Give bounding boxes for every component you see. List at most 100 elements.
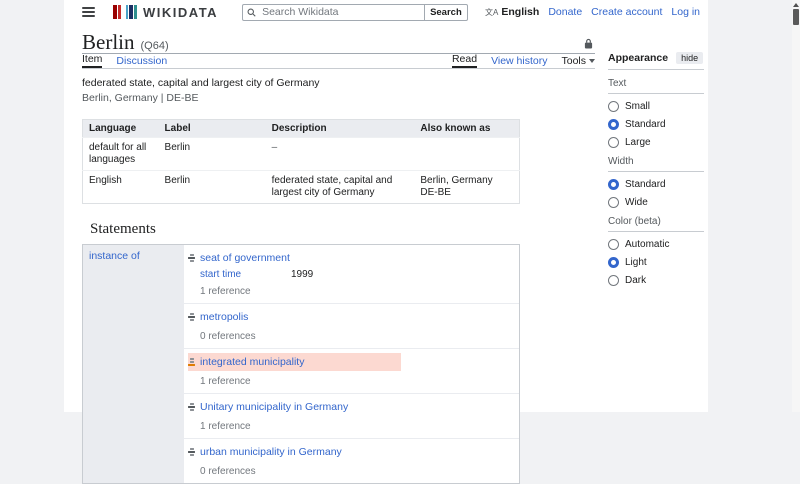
rank-selector-icon[interactable] <box>188 254 195 262</box>
appearance-header: Appearance hide <box>608 52 704 64</box>
tab-item[interactable]: Item <box>82 53 103 68</box>
header-user-links: 文A English Donate Create account Log in <box>485 6 700 18</box>
col-language: Language <box>82 119 159 138</box>
term-row-english: English Berlin federated state, capital … <box>82 170 520 204</box>
radio-text-standard[interactable]: Standard <box>608 119 704 130</box>
rank-selector-icon-deprecated[interactable] <box>188 358 195 366</box>
page-tabs: Item Discussion Read View history Tools <box>82 53 595 69</box>
tabs-left: Item Discussion <box>82 53 167 68</box>
wikidata-logo-bars-icon <box>113 5 138 19</box>
entity-qid: (Q64) <box>140 40 169 52</box>
tabs-right: Read View history Tools <box>451 53 595 68</box>
radio-icon[interactable] <box>608 137 619 148</box>
alias-line: Berlin, Germany <box>420 175 493 186</box>
radio-width-wide[interactable]: Wide <box>608 197 704 208</box>
statement: urban municipality in Germany 0 referenc… <box>184 438 519 483</box>
radio-label: Wide <box>625 197 648 208</box>
search-button[interactable]: Search <box>425 3 468 21</box>
qualifier-row: start time 1999 <box>200 268 519 281</box>
property-link-instance-of[interactable]: instance of <box>89 250 140 262</box>
statement-property-cell: instance of <box>83 245 184 483</box>
term-aliases[interactable]: Berlin, Germany DE-BE <box>414 170 520 204</box>
radio-label: Automatic <box>625 239 670 250</box>
statement-group-instance-of: instance of seat of government start tim… <box>82 244 520 484</box>
search-box[interactable] <box>242 3 426 21</box>
statement-value-link[interactable]: seat of government <box>200 252 290 264</box>
term-label[interactable]: Berlin <box>158 170 266 204</box>
statement-value-link[interactable]: integrated municipality <box>200 356 304 368</box>
search-input[interactable] <box>260 5 421 19</box>
top-header: WIKIDATA Search 文A English Donate Create… <box>64 0 708 24</box>
entity-description: federated state, capital and largest cit… <box>82 77 320 89</box>
term-description: – <box>265 137 415 171</box>
rank-selector-icon[interactable] <box>188 403 195 411</box>
term-description[interactable]: federated state, capital and largest cit… <box>265 170 415 204</box>
term-table-header-row: Language Label Description Also known as <box>82 119 520 138</box>
radio-icon[interactable] <box>608 239 619 250</box>
page-protection-indicator <box>584 36 593 54</box>
statement-main-row-deprecated: integrated municipality <box>188 353 401 371</box>
term-language: English <box>82 170 159 204</box>
radio-icon[interactable] <box>608 275 619 286</box>
tools-label: Tools <box>561 55 586 67</box>
language-icon: 文A <box>485 7 499 17</box>
appearance-panel: Appearance hide Text Small Standard Larg… <box>608 52 704 286</box>
radio-icon-checked[interactable] <box>608 119 619 130</box>
log-in-link[interactable]: Log in <box>671 6 700 18</box>
main-content: Berlin (Q64) Item Discussion Read View h… <box>82 30 595 484</box>
page-title: Berlin <box>82 30 135 54</box>
tab-view-history[interactable]: View history <box>491 55 547 68</box>
divider <box>608 69 704 70</box>
tab-discussion[interactable]: Discussion <box>116 55 167 68</box>
vertical-scrollbar[interactable] <box>792 0 800 412</box>
statement-value-link[interactable]: metropolis <box>200 311 248 323</box>
appearance-section-width: Width <box>608 156 704 172</box>
term-aliases <box>414 137 520 171</box>
appearance-hide-button[interactable]: hide <box>676 52 704 64</box>
language-selector[interactable]: 文A English <box>485 6 539 18</box>
statement-value-link[interactable]: urban municipality in Germany <box>200 446 342 458</box>
radio-text-large[interactable]: Large <box>608 137 704 148</box>
references-toggle[interactable]: 0 references <box>200 331 519 343</box>
scrollbar-up-arrow-icon[interactable] <box>793 3 799 7</box>
statement: metropolis 0 references <box>184 303 519 348</box>
radio-color-automatic[interactable]: Automatic <box>608 239 704 250</box>
references-toggle[interactable]: 1 reference <box>200 286 519 298</box>
search-bar: Search <box>242 3 468 21</box>
radio-label: Small <box>625 101 651 112</box>
col-description: Description <box>265 119 415 138</box>
radio-text-small[interactable]: Small <box>608 101 704 112</box>
statements-heading: Statements <box>90 221 156 237</box>
radio-label: Standard <box>625 119 666 130</box>
radio-icon-checked[interactable] <box>608 257 619 268</box>
wikidata-logo[interactable]: WIKIDATA <box>113 5 218 20</box>
hamburger-menu-icon[interactable] <box>82 7 95 17</box>
alias-line: DE-BE <box>420 187 451 198</box>
donate-link[interactable]: Donate <box>548 6 582 18</box>
references-toggle[interactable]: 1 reference <box>200 421 519 433</box>
term-table: Language Label Description Also known as… <box>82 119 520 204</box>
search-icon <box>247 8 256 17</box>
radio-icon-checked[interactable] <box>608 179 619 190</box>
radio-icon[interactable] <box>608 197 619 208</box>
create-account-link[interactable]: Create account <box>591 6 662 18</box>
col-also-known-as: Also known as <box>414 119 520 138</box>
radio-icon[interactable] <box>608 101 619 112</box>
scrollbar-thumb[interactable] <box>793 9 799 25</box>
radio-color-dark[interactable]: Dark <box>608 275 704 286</box>
tab-read[interactable]: Read <box>451 53 478 68</box>
radio-width-standard[interactable]: Standard <box>608 179 704 190</box>
rank-selector-icon[interactable] <box>188 313 195 321</box>
references-toggle[interactable]: 0 references <box>200 466 519 478</box>
radio-label: Dark <box>625 275 647 286</box>
statement: Unitary municipality in Germany 1 refere… <box>184 393 519 438</box>
statement-value-link[interactable]: Unitary municipality in Germany <box>200 401 348 413</box>
radio-color-light[interactable]: Light <box>608 257 704 268</box>
qualifier-property-link[interactable]: start time <box>200 269 291 280</box>
statement-main-row: metropolis <box>188 308 519 326</box>
term-label[interactable]: Berlin <box>158 137 266 171</box>
references-toggle[interactable]: 1 reference <box>200 376 519 388</box>
col-label: Label <box>158 119 266 138</box>
rank-selector-icon[interactable] <box>188 448 195 456</box>
tools-menu[interactable]: Tools <box>561 55 595 68</box>
